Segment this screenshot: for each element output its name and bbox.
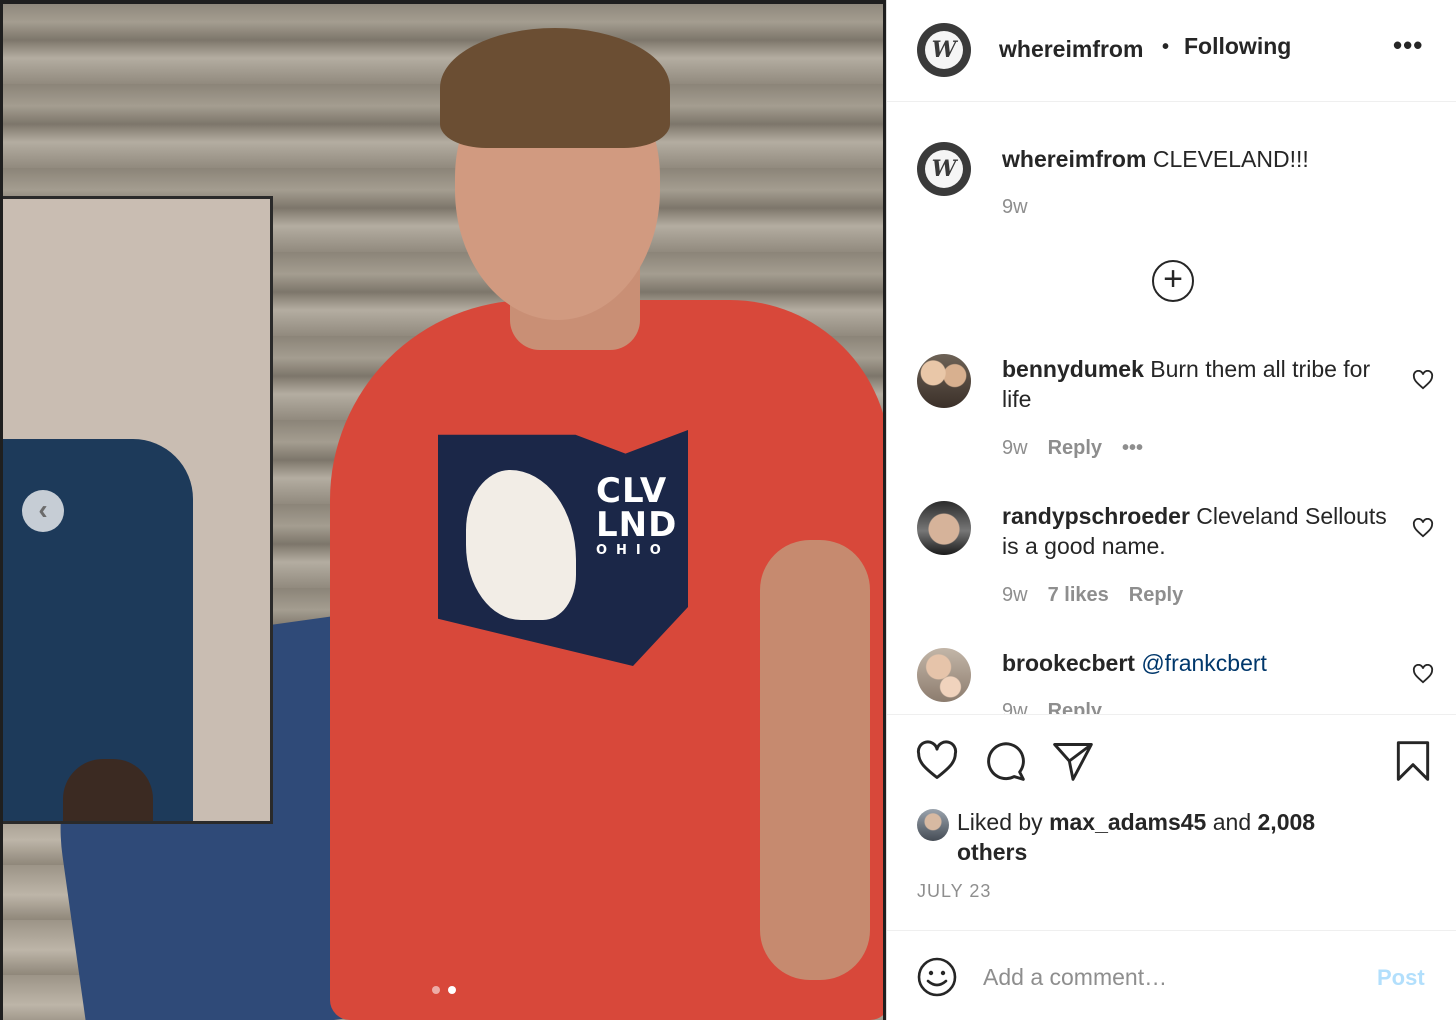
comment-like-heart-icon[interactable]	[1412, 664, 1434, 684]
caption-text: whereimfrom CLEVELAND!!!	[1002, 144, 1392, 174]
comment-username[interactable]: bennydumek	[1002, 356, 1144, 382]
logo-icon: W	[925, 31, 963, 69]
account-avatar[interactable]: W	[917, 23, 971, 77]
carousel-prev-button[interactable]: ‹	[22, 490, 64, 532]
comment-time[interactable]: 9w	[1002, 700, 1028, 714]
header-username[interactable]: whereimfrom	[999, 36, 1143, 63]
caption-username[interactable]: whereimfrom	[1002, 146, 1146, 172]
heart-icon[interactable]	[915, 739, 959, 783]
add-comment-bar: Post	[887, 930, 1456, 1020]
post-date[interactable]: JULY 23	[917, 881, 991, 902]
liked-by-user[interactable]: max_adams45	[1049, 809, 1206, 835]
header-separator: •	[1162, 36, 1170, 58]
comment-like-heart-icon[interactable]	[1412, 518, 1434, 538]
reply-button[interactable]: Reply	[1048, 700, 1102, 714]
commenter-avatar[interactable]	[917, 501, 971, 555]
smiley-icon[interactable]	[917, 957, 957, 997]
photo-frame	[0, 0, 886, 1020]
liked-by-prefix: Liked by	[957, 809, 1043, 835]
bookmark-icon[interactable]	[1391, 739, 1435, 783]
comment-mention[interactable]: @frankcbert	[1141, 650, 1267, 676]
liked-by-and: and	[1212, 809, 1252, 835]
caption-time[interactable]: 9w	[1002, 196, 1028, 219]
comment-text: brookecbert @frankcbert	[1002, 648, 1392, 678]
carousel-dot-active[interactable]	[448, 986, 456, 994]
paper-plane-icon[interactable]	[1051, 739, 1095, 783]
comment-meta: 9w Reply •••	[1002, 437, 1143, 460]
comment-bubble-icon[interactable]	[983, 739, 1027, 783]
load-more-comments-button[interactable]: +	[1152, 260, 1194, 302]
logo-icon: W	[925, 150, 963, 188]
following-button[interactable]: Following	[1184, 33, 1291, 60]
comments-list[interactable]: W whereimfrom CLEVELAND!!! 9w + bennydum…	[887, 102, 1456, 714]
caption-meta: 9w	[1002, 196, 1028, 219]
comment-meta: 9w Reply	[1002, 700, 1102, 714]
caption-avatar[interactable]: W	[917, 142, 971, 196]
comment-likes[interactable]: 7 likes	[1048, 584, 1109, 607]
post-actions: Liked by max_adams45 and 2,008 others JU…	[887, 714, 1456, 930]
comment-like-heart-icon[interactable]	[1412, 370, 1434, 390]
comment-time[interactable]: 9w	[1002, 584, 1028, 607]
comment-username[interactable]: randypschroeder	[1002, 503, 1190, 529]
liker-avatar[interactable]	[917, 809, 949, 841]
post-header: W whereimfrom • Following •••	[887, 0, 1456, 102]
carousel-dot[interactable]	[432, 986, 440, 994]
commenter-avatar[interactable]	[917, 648, 971, 702]
post-button[interactable]: Post	[1377, 965, 1425, 991]
comment-more-icon[interactable]: •••	[1122, 437, 1143, 460]
comment-username[interactable]: brookecbert	[1002, 650, 1135, 676]
commenter-avatar[interactable]	[917, 354, 971, 408]
comment-meta: 9w 7 likes Reply	[1002, 584, 1183, 607]
comment-text: bennydumek Burn them all tribe for life	[1002, 354, 1392, 414]
comment-time[interactable]: 9w	[1002, 437, 1028, 460]
reply-button[interactable]: Reply	[1129, 584, 1183, 607]
liked-by: Liked by max_adams45 and 2,008 others	[917, 807, 1317, 867]
post-sidebar: W whereimfrom • Following ••• W whereimf…	[886, 0, 1456, 1020]
carousel-dots	[432, 986, 456, 994]
comment-input[interactable]	[983, 959, 1353, 995]
post-photo[interactable]: CLV LND OHIO ‹	[0, 0, 886, 1020]
caption-body: CLEVELAND!!!	[1152, 146, 1309, 172]
comment-text: randypschroeder Cleveland Sellouts is a …	[1002, 501, 1392, 561]
reply-button[interactable]: Reply	[1048, 437, 1102, 460]
more-options-icon[interactable]: •••	[1393, 30, 1423, 61]
